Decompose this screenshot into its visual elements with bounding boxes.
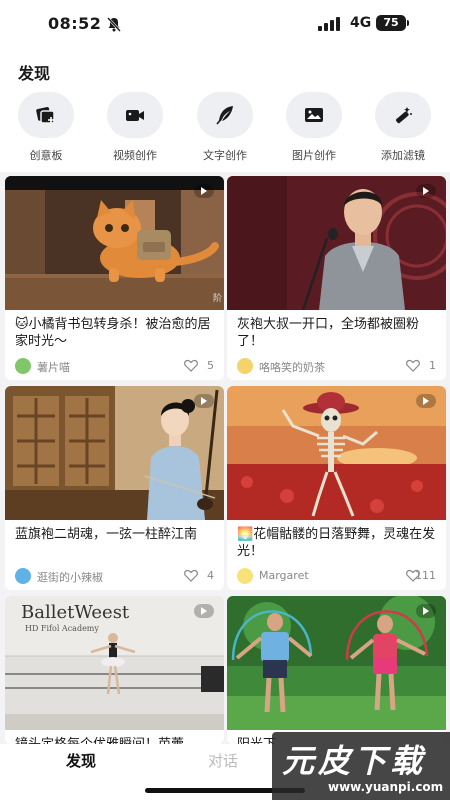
singer-in-gray-robe-image xyxy=(227,176,446,310)
tool-button[interactable] xyxy=(18,92,74,138)
video-play-badge-icon xyxy=(194,604,214,618)
card-title[interactable]: 🐱小橘背书包转身杀！被治愈的居家时光～ xyxy=(5,310,224,352)
card-thumbnail[interactable]: BalletWeest HD Fifol Academy xyxy=(5,596,224,730)
tool-label: 添加滤镜 xyxy=(381,149,425,162)
tool-video-creation[interactable]: 视频创作 xyxy=(93,92,177,168)
bottom-navigation: 发现 对话 元皮下载 www.yuanpi.com xyxy=(0,732,450,800)
video-play-badge-icon xyxy=(416,604,436,618)
heart-icon[interactable] xyxy=(184,359,198,372)
tool-image-creation[interactable]: 图片创作 xyxy=(272,92,356,168)
like-count: 1 xyxy=(429,359,436,372)
card-meta: 薯片喵 5 xyxy=(5,352,224,380)
card-meta: 咯咯笑的奶茶 1 xyxy=(227,352,446,380)
feed-card[interactable]: 🌅花帽骷髅的日落野舞，灵魂在发光！ Margaret 111 xyxy=(227,386,446,590)
author-name[interactable]: 薯片喵 xyxy=(37,359,70,375)
thumbnail-scene-subtext: HD Fifol Academy xyxy=(25,624,99,633)
avatar[interactable] xyxy=(237,358,253,374)
tool-label: 文字创作 xyxy=(203,149,247,162)
nav-tab-chat[interactable]: 对话 xyxy=(208,750,238,771)
tool-creative-board[interactable]: 创意板 xyxy=(4,92,88,168)
feed-card[interactable]: BalletWeest HD Fifol Academy 镜头定格每个优雅瞬间！… xyxy=(5,596,224,744)
feed-card[interactable]: 灰袍大叔一开口，全场都被圈粉了！ 咯咯笑的奶茶 1 xyxy=(227,176,446,380)
card-title[interactable]: 🌅花帽骷髅的日落野舞，灵魂在发光！ xyxy=(227,520,446,562)
jump-rope-couple-image xyxy=(227,596,446,730)
tool-button[interactable] xyxy=(107,92,163,138)
heart-icon[interactable] xyxy=(406,359,420,372)
tool-button[interactable] xyxy=(197,92,253,138)
creative-board-icon xyxy=(36,107,55,124)
discover-header: 发现 创意板 视频创作 文字创作 图片创作 添加滤镜 xyxy=(0,44,450,172)
card-title[interactable]: 灰袍大叔一开口，全场都被圈粉了！ xyxy=(227,310,446,352)
like-count: 5 xyxy=(207,359,214,372)
card-thumbnail[interactable] xyxy=(227,176,446,310)
feather-pen-icon xyxy=(216,106,233,125)
feed-card[interactable]: 蓝旗袍二胡魂，一弦一柱醉江南 逛街的小辣椒 4 xyxy=(5,386,224,590)
author-name[interactable]: 逛街的小辣椒 xyxy=(37,569,103,585)
video-play-badge-icon xyxy=(416,394,436,408)
skeleton-sunset-dance-image xyxy=(227,386,446,520)
status-time: 08:52 xyxy=(48,14,102,33)
card-title[interactable]: 蓝旗袍二胡魂，一弦一柱醉江南 xyxy=(5,520,224,562)
watermark-url: www.yuanpi.com xyxy=(328,780,444,794)
nav-tab-discover[interactable]: 发现 xyxy=(66,750,96,771)
card-title[interactable]: 镜头定格每个优雅瞬间！芭蕾 xyxy=(5,730,224,744)
author-name[interactable]: Margaret xyxy=(259,569,309,582)
page-title: 发现 xyxy=(18,64,51,83)
feed-card[interactable]: 阳光下 xyxy=(227,596,446,744)
avatar[interactable] xyxy=(237,568,253,584)
video-play-badge-icon xyxy=(194,394,214,408)
video-camera-icon xyxy=(126,110,144,121)
card-thumbnail[interactable]: 阶 xyxy=(5,176,224,310)
tool-text-creation[interactable]: 文字创作 xyxy=(183,92,267,168)
tool-label: 创意板 xyxy=(29,149,63,162)
tool-button[interactable] xyxy=(375,92,431,138)
avatar[interactable] xyxy=(15,358,31,374)
like-count: 111 xyxy=(415,569,436,582)
tool-label: 视频创作 xyxy=(113,149,157,162)
network-type: 4G xyxy=(350,15,372,31)
video-play-badge-icon xyxy=(416,184,436,198)
battery-tip xyxy=(407,20,409,26)
card-thumbnail[interactable] xyxy=(227,596,446,730)
heart-icon[interactable] xyxy=(184,569,198,582)
content-feed[interactable]: 阶 🐱小橘背书包转身杀！被治愈的居家时光～ 薯片喵 5 灰袍大叔一开口，全场都被… xyxy=(0,172,450,744)
like-count: 4 xyxy=(207,569,214,582)
cat-with-backpack-image xyxy=(5,176,224,310)
author-name[interactable]: 咯咯笑的奶茶 xyxy=(259,359,325,375)
watermark-brand: 元皮下载 xyxy=(282,742,427,780)
silent-bell-icon xyxy=(107,17,121,32)
erhu-player-image xyxy=(5,386,224,520)
thumbnail-overlay-text: 阶 xyxy=(212,294,222,304)
watermark: 元皮下载 www.yuanpi.com xyxy=(272,732,450,800)
feed-card[interactable]: 阶 🐱小橘背书包转身杀！被治愈的居家时光～ 薯片喵 5 xyxy=(5,176,224,380)
thumbnail-scene-text: BalletWeest xyxy=(21,602,130,623)
status-bar: 08:52 4G 75 xyxy=(0,0,450,44)
video-play-badge-icon xyxy=(194,184,214,198)
card-meta: 逛街的小辣椒 4 xyxy=(5,562,224,590)
card-thumbnail[interactable] xyxy=(5,386,224,520)
avatar[interactable] xyxy=(15,568,31,584)
tool-label: 图片创作 xyxy=(292,149,336,162)
magic-wand-icon xyxy=(395,107,412,124)
card-meta: Margaret 111 xyxy=(227,562,446,590)
creation-tools: 创意板 视频创作 文字创作 图片创作 添加滤镜 xyxy=(0,92,450,168)
tool-button[interactable] xyxy=(286,92,342,138)
image-icon xyxy=(305,108,323,122)
tool-add-filter[interactable]: 添加滤镜 xyxy=(361,92,445,168)
cellular-signal-icon xyxy=(318,17,340,31)
battery-icon: 75 xyxy=(376,15,406,31)
card-thumbnail[interactable] xyxy=(227,386,446,520)
